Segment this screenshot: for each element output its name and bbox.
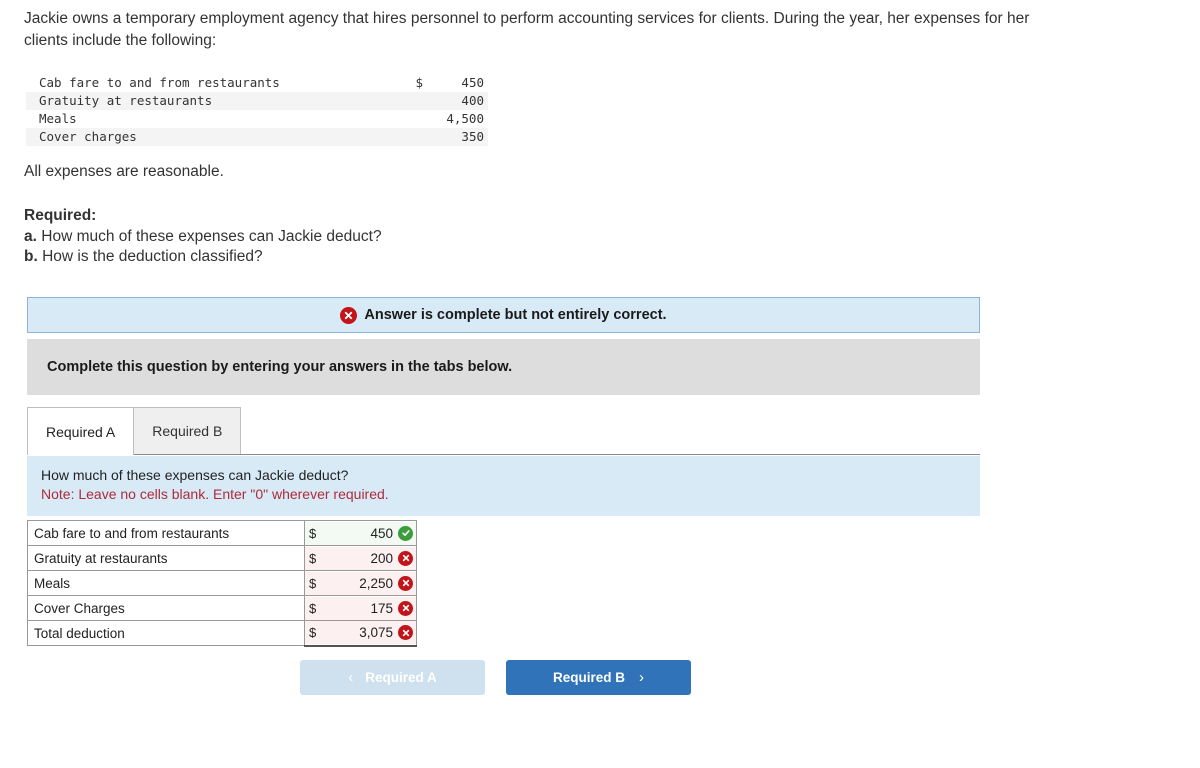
table-row: Cover Charges $ 175: [27, 595, 417, 621]
given-row: Gratuity at restaurants 400: [26, 92, 488, 110]
chevron-right-icon: ›: [639, 669, 644, 686]
answer-row-label: Cab fare to and from restaurants: [27, 520, 305, 546]
currency-symbol: $: [309, 525, 317, 541]
instruction-text: Complete this question by entering your …: [47, 359, 513, 375]
answer-row-value-cell[interactable]: $ 200: [304, 545, 417, 571]
table-row: Meals $ 2,250: [27, 570, 417, 596]
required-item-b: b. How is the deduction classified?: [24, 247, 382, 268]
instruction-bar: Complete this question by entering your …: [27, 339, 980, 395]
chevron-left-icon: ‹: [348, 669, 354, 686]
question-panel: How much of these expenses can Jackie de…: [27, 456, 980, 516]
answer-row-value-cell[interactable]: $ 450: [304, 520, 417, 546]
given-row-amount: 450: [461, 75, 484, 90]
x-circle-icon: [340, 306, 358, 324]
answer-row-value-cell[interactable]: $ 3,075: [304, 620, 417, 647]
given-row-label: Cover charges: [26, 128, 404, 146]
next-button-label: Required B: [552, 670, 625, 685]
intro-paragraph: Jackie owns a temporary employment agenc…: [24, 10, 1030, 49]
answer-value: 2,250: [359, 575, 393, 591]
answer-value: 450: [370, 525, 393, 541]
tab-required-a[interactable]: Required A: [27, 407, 135, 455]
tab-required-b[interactable]: Required B: [133, 407, 242, 454]
answer-row-value-cell[interactable]: $ 2,250: [304, 570, 417, 596]
given-row-amount: 4,500: [446, 111, 484, 126]
answer-value: 200: [370, 550, 393, 566]
answer-value: 175: [370, 600, 393, 616]
question-text: How much of these expenses can Jackie de…: [41, 467, 349, 483]
given-row-currency: [404, 110, 426, 128]
table-row: Total deduction $ 3,075: [27, 620, 417, 647]
answer-table: Cab fare to and from restaurants $ 450 G…: [27, 520, 417, 647]
given-row-label: Gratuity at restaurants: [26, 92, 404, 110]
nav-buttons: ‹ Required A Required B ›: [300, 660, 691, 695]
answer-row-value-cell[interactable]: $ 175: [304, 595, 417, 621]
given-row-currency: $: [415, 75, 423, 90]
required-block: Required: a. How much of these expenses …: [24, 206, 382, 268]
answer-row-label: Meals: [27, 570, 305, 596]
tab-required-b-label: Required B: [152, 423, 223, 439]
next-required-b-button[interactable]: Required B ›: [506, 660, 691, 695]
x-circle-icon: [398, 625, 413, 641]
reasonable-note: All expenses are reasonable.: [24, 163, 224, 180]
answer-status-banner: Answer is complete but not entirely corr…: [27, 297, 980, 333]
question-page: Jackie owns a temporary employment agenc…: [0, 0, 1200, 768]
given-row-currency: [404, 92, 426, 110]
prev-required-a-button[interactable]: ‹ Required A: [300, 660, 485, 695]
x-circle-icon: [398, 575, 413, 591]
tab-required-a-label: Required A: [46, 423, 116, 440]
required-item-a-text: How much of these expenses can Jackie de…: [41, 227, 382, 245]
answer-row-label: Gratuity at restaurants: [27, 545, 305, 571]
required-heading: Required:: [24, 207, 97, 224]
question-note: Note: Leave no cells blank. Enter "0" wh…: [41, 486, 389, 502]
required-item-b-text: How is the deduction classified?: [42, 248, 263, 265]
given-row: Meals 4,500: [26, 110, 488, 128]
given-row-currency: [404, 128, 426, 146]
tab-strip: Required A Required B: [27, 407, 980, 455]
given-row-label: Cab fare to and from restaurants: [39, 75, 280, 90]
table-row: Gratuity at restaurants $ 200: [27, 545, 417, 571]
given-row: Cover charges 350: [26, 128, 488, 146]
required-item-a-marker: a.: [24, 227, 37, 245]
currency-symbol: $: [309, 550, 317, 566]
answer-row-label: Total deduction: [27, 620, 305, 646]
answer-value: 3,075: [359, 625, 393, 641]
check-circle-icon: [398, 525, 413, 541]
currency-symbol: $: [309, 625, 317, 641]
x-circle-icon: [398, 550, 413, 566]
given-row-amount: 350: [426, 128, 488, 146]
answer-status-text: Answer is complete but not entirely corr…: [364, 307, 667, 323]
given-row: Cab fare to and from restaurants $ 450: [26, 74, 488, 92]
given-row-label: Meals: [39, 111, 77, 126]
currency-symbol: $: [309, 575, 317, 591]
currency-symbol: $: [309, 600, 317, 616]
given-row-amount: 400: [426, 92, 488, 110]
answer-row-label: Cover Charges: [27, 595, 305, 621]
table-row: Cab fare to and from restaurants $ 450: [27, 520, 417, 546]
prev-button-label: Required A: [365, 670, 437, 685]
required-item-a: a. How much of these expenses can Jackie…: [24, 227, 382, 248]
required-item-b-marker: b.: [24, 248, 38, 265]
x-circle-icon: [398, 600, 413, 616]
given-expenses-table: Cab fare to and from restaurants $ 450 G…: [26, 74, 488, 146]
